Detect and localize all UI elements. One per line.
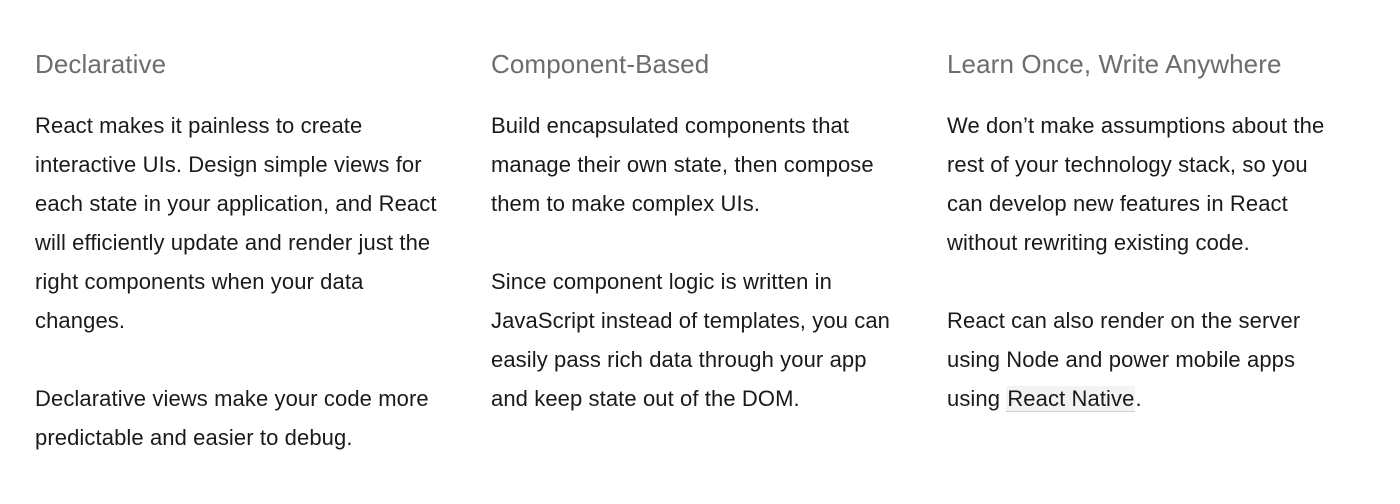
feature-component-based: Component-Based Build encapsulated compo…: [491, 44, 893, 418]
marketing-features-section: Declarative React makes it painless to c…: [0, 0, 1400, 504]
feature-component-based-paragraph-2: Since component logic is written in Java…: [491, 269, 890, 411]
feature-declarative-paragraph-2: Declarative views make your code more pr…: [35, 386, 429, 450]
feature-declarative: Declarative React makes it painless to c…: [35, 44, 437, 457]
react-native-link[interactable]: React Native: [1006, 386, 1136, 412]
feature-learn-once: Learn Once, Write Anywhere We don’t make…: [947, 44, 1349, 418]
feature-title-component-based: Component-Based: [491, 49, 710, 79]
feature-title-learn-once: Learn Once, Write Anywhere: [947, 49, 1282, 79]
feature-declarative-paragraph-1: React makes it painless to create intera…: [35, 113, 437, 333]
features-columns: Declarative React makes it painless to c…: [35, 44, 1400, 457]
feature-component-based-paragraph-1: Build encapsulated components that manag…: [491, 113, 874, 216]
feature-learn-once-paragraph-2-suffix: .: [1135, 386, 1142, 411]
feature-title-declarative: Declarative: [35, 49, 167, 79]
feature-learn-once-paragraph-2: React can also render on the server usin…: [947, 301, 1349, 418]
feature-learn-once-paragraph-1: We don’t make assumptions about the rest…: [947, 113, 1325, 255]
